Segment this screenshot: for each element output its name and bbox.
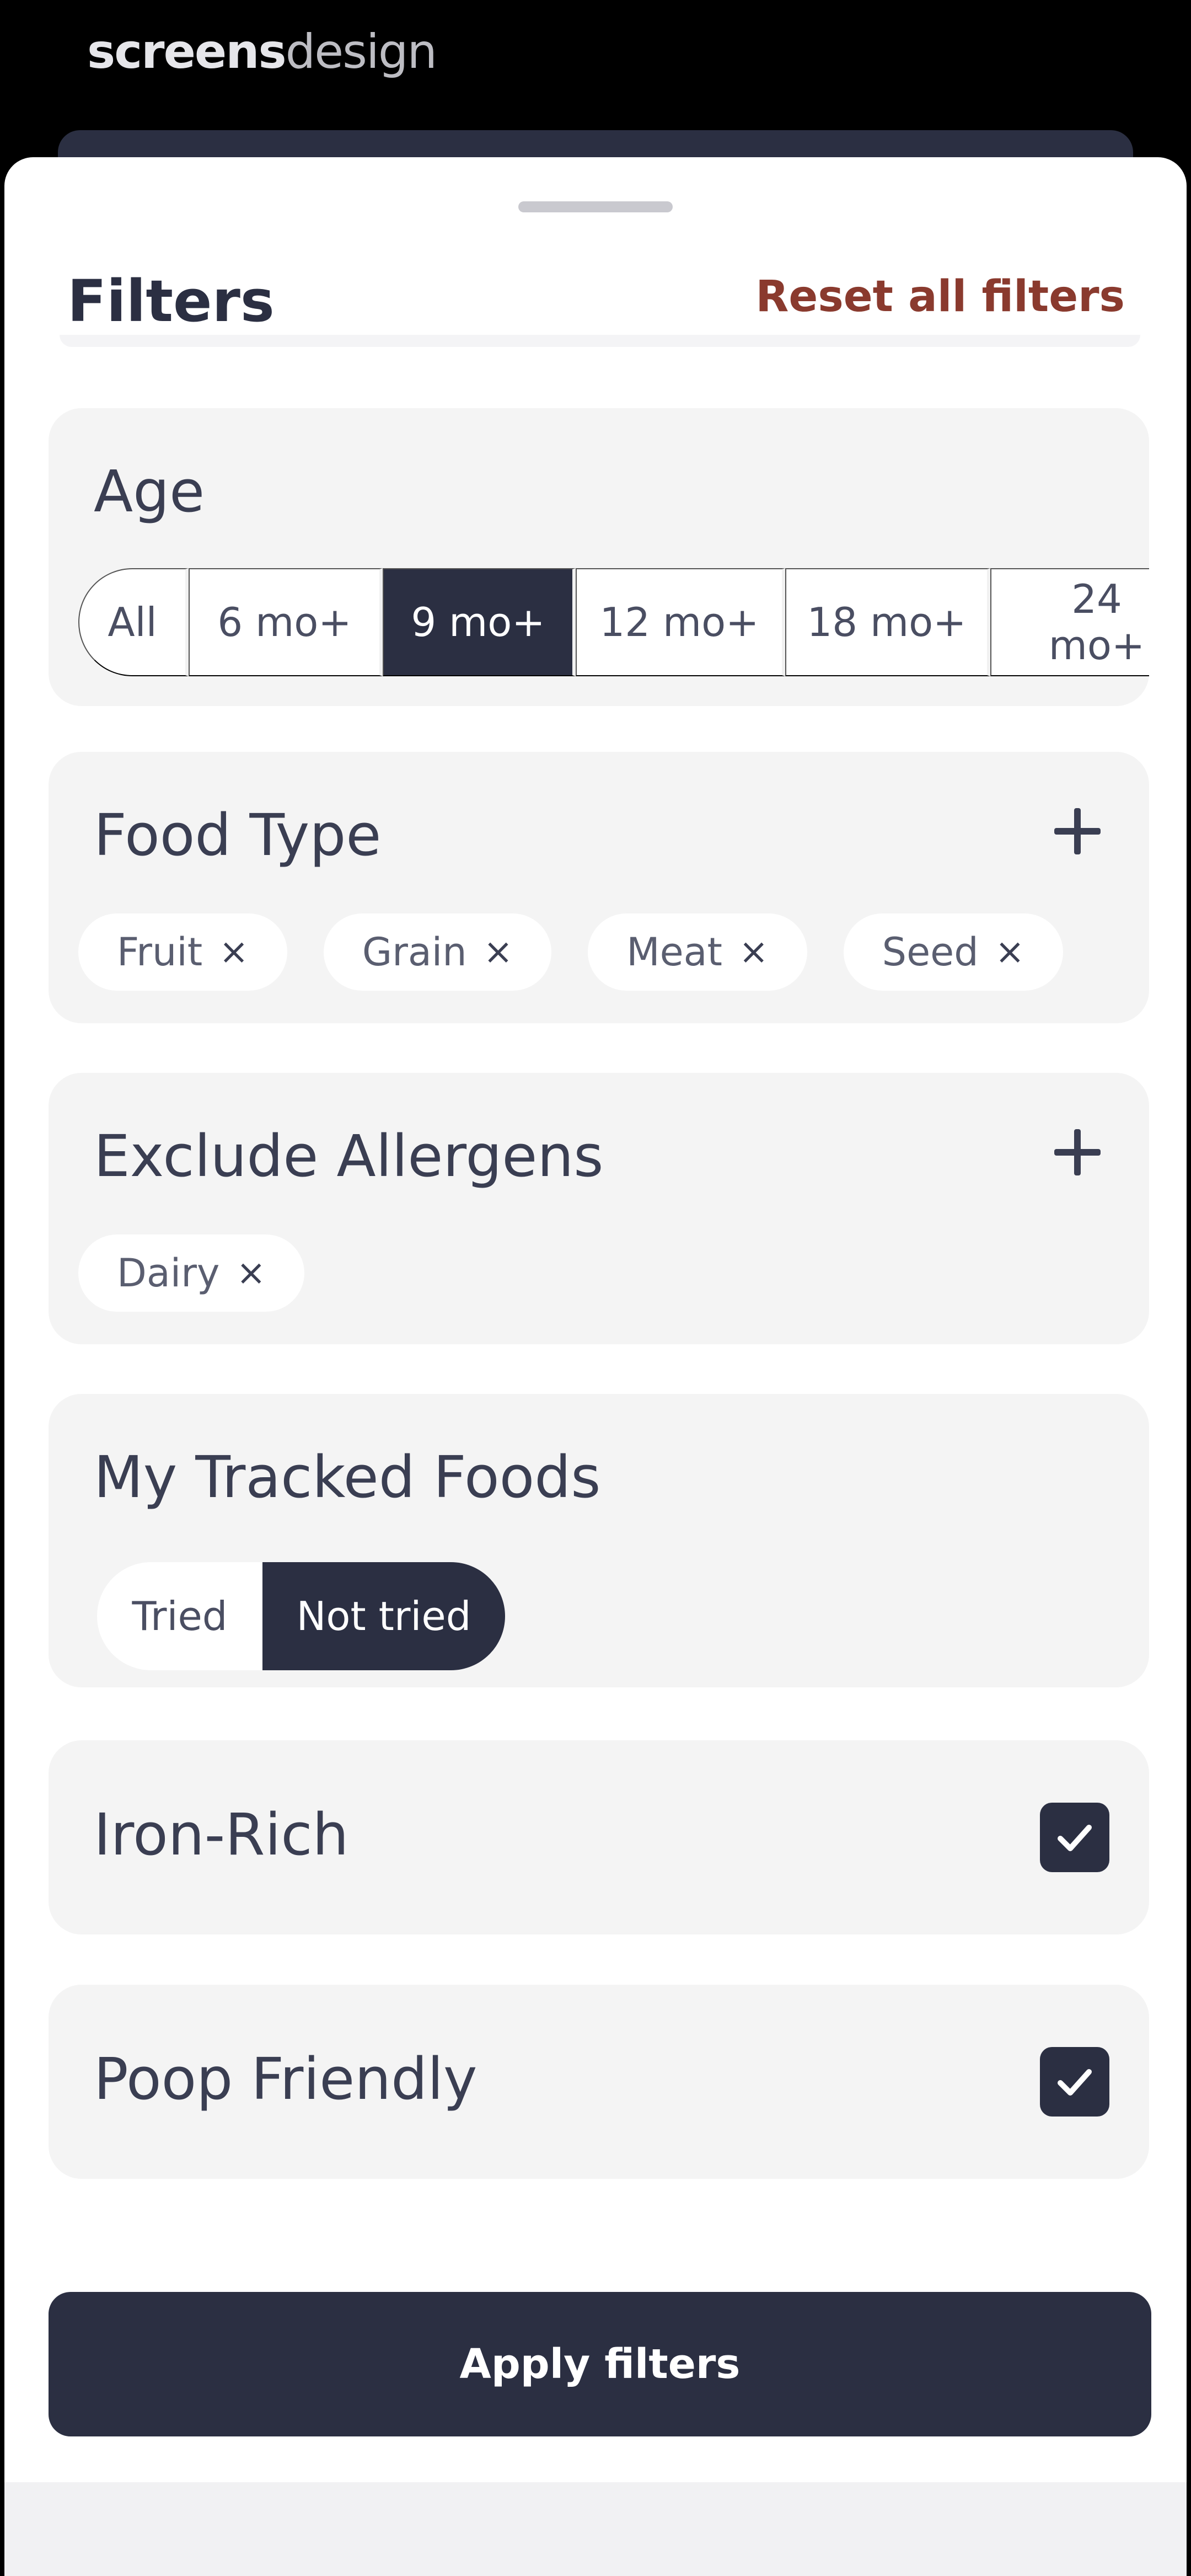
chip-dairy: Dairy ×: [78, 1234, 305, 1312]
remove-icon[interactable]: ×: [995, 932, 1025, 972]
iron-rich-title: Iron-Rich: [94, 1801, 349, 1868]
food-type-chips: Fruit × Grain × Meat × Seed ×: [78, 913, 1064, 991]
food-type-title: Food Type: [94, 801, 382, 869]
chip-fruit: Fruit ×: [78, 913, 287, 991]
age-option-9mo[interactable]: 9 mo+: [383, 568, 576, 676]
sheet-grabber[interactable]: [518, 201, 673, 212]
remove-icon[interactable]: ×: [236, 1253, 266, 1294]
chip-label: Grain: [362, 929, 467, 975]
age-option-12mo[interactable]: 12 mo+: [576, 568, 785, 676]
add-food-type-plus-icon[interactable]: [1054, 808, 1101, 854]
brand-watermark: screensdesign: [87, 24, 437, 79]
brand-part-1: screens: [87, 24, 287, 79]
chip-label: Dairy: [117, 1250, 220, 1296]
add-allergen-plus-icon[interactable]: [1054, 1129, 1101, 1175]
age-option-18mo[interactable]: 18 mo+: [785, 568, 990, 676]
poop-friendly-card[interactable]: Poop Friendly: [49, 1985, 1149, 2179]
tracked-toggle: Tried Not tried: [97, 1562, 505, 1670]
chip-label: Meat: [626, 929, 723, 975]
tracked-foods-title: My Tracked Foods: [94, 1444, 601, 1511]
chip-label: Seed: [882, 929, 979, 975]
footer-strip: [4, 2482, 1187, 2576]
food-type-card: Food Type Fruit × Grain × Meat × Seed ×: [49, 752, 1149, 1023]
tracked-foods-card: My Tracked Foods Tried Not tried: [49, 1394, 1149, 1687]
brand-part-2: design: [285, 24, 437, 79]
chip-grain: Grain ×: [323, 913, 552, 991]
iron-rich-card[interactable]: Iron-Rich: [49, 1740, 1149, 1934]
age-segmented-control: All 6 mo+ 9 mo+ 12 mo+ 18 mo+ 24 mo+: [78, 568, 1149, 676]
remove-icon[interactable]: ×: [219, 932, 249, 972]
apply-filters-button[interactable]: Apply filters: [49, 2292, 1151, 2436]
check-icon: [1058, 1825, 1092, 1851]
exclude-allergens-card: Exclude Allergens Dairy ×: [49, 1073, 1149, 1344]
chip-meat: Meat ×: [588, 913, 807, 991]
tracked-option-not-tried[interactable]: Not tried: [262, 1562, 505, 1670]
poop-friendly-title: Poop Friendly: [94, 2045, 478, 2113]
reset-all-filters-button[interactable]: Reset all filters: [755, 272, 1125, 322]
chip-seed: Seed ×: [843, 913, 1064, 991]
allergen-chips: Dairy ×: [78, 1234, 305, 1312]
remove-icon[interactable]: ×: [739, 932, 769, 972]
remove-icon[interactable]: ×: [484, 932, 513, 972]
poop-friendly-checkbox[interactable]: [1040, 2047, 1109, 2117]
screen: screensdesign Filters Reset all filters …: [0, 0, 1191, 2576]
age-option-all[interactable]: All: [78, 568, 189, 676]
iron-rich-checkbox[interactable]: [1040, 1803, 1109, 1872]
age-card: Age All 6 mo+ 9 mo+ 12 mo+ 18 mo+ 24 mo+: [49, 408, 1149, 706]
age-option-24mo[interactable]: 24 mo+: [990, 568, 1149, 676]
age-title: Age: [94, 458, 205, 525]
tracked-option-tried[interactable]: Tried: [97, 1562, 262, 1670]
age-option-6mo[interactable]: 6 mo+: [189, 568, 383, 676]
exclude-allergens-title: Exclude Allergens: [94, 1123, 604, 1190]
filters-sheet: Filters Reset all filters Age All 6 mo+ …: [4, 157, 1187, 2576]
chip-label: Fruit: [117, 929, 203, 975]
header-divider: [60, 335, 1140, 347]
check-icon: [1058, 2069, 1092, 2096]
sheet-title: Filters: [67, 268, 275, 335]
